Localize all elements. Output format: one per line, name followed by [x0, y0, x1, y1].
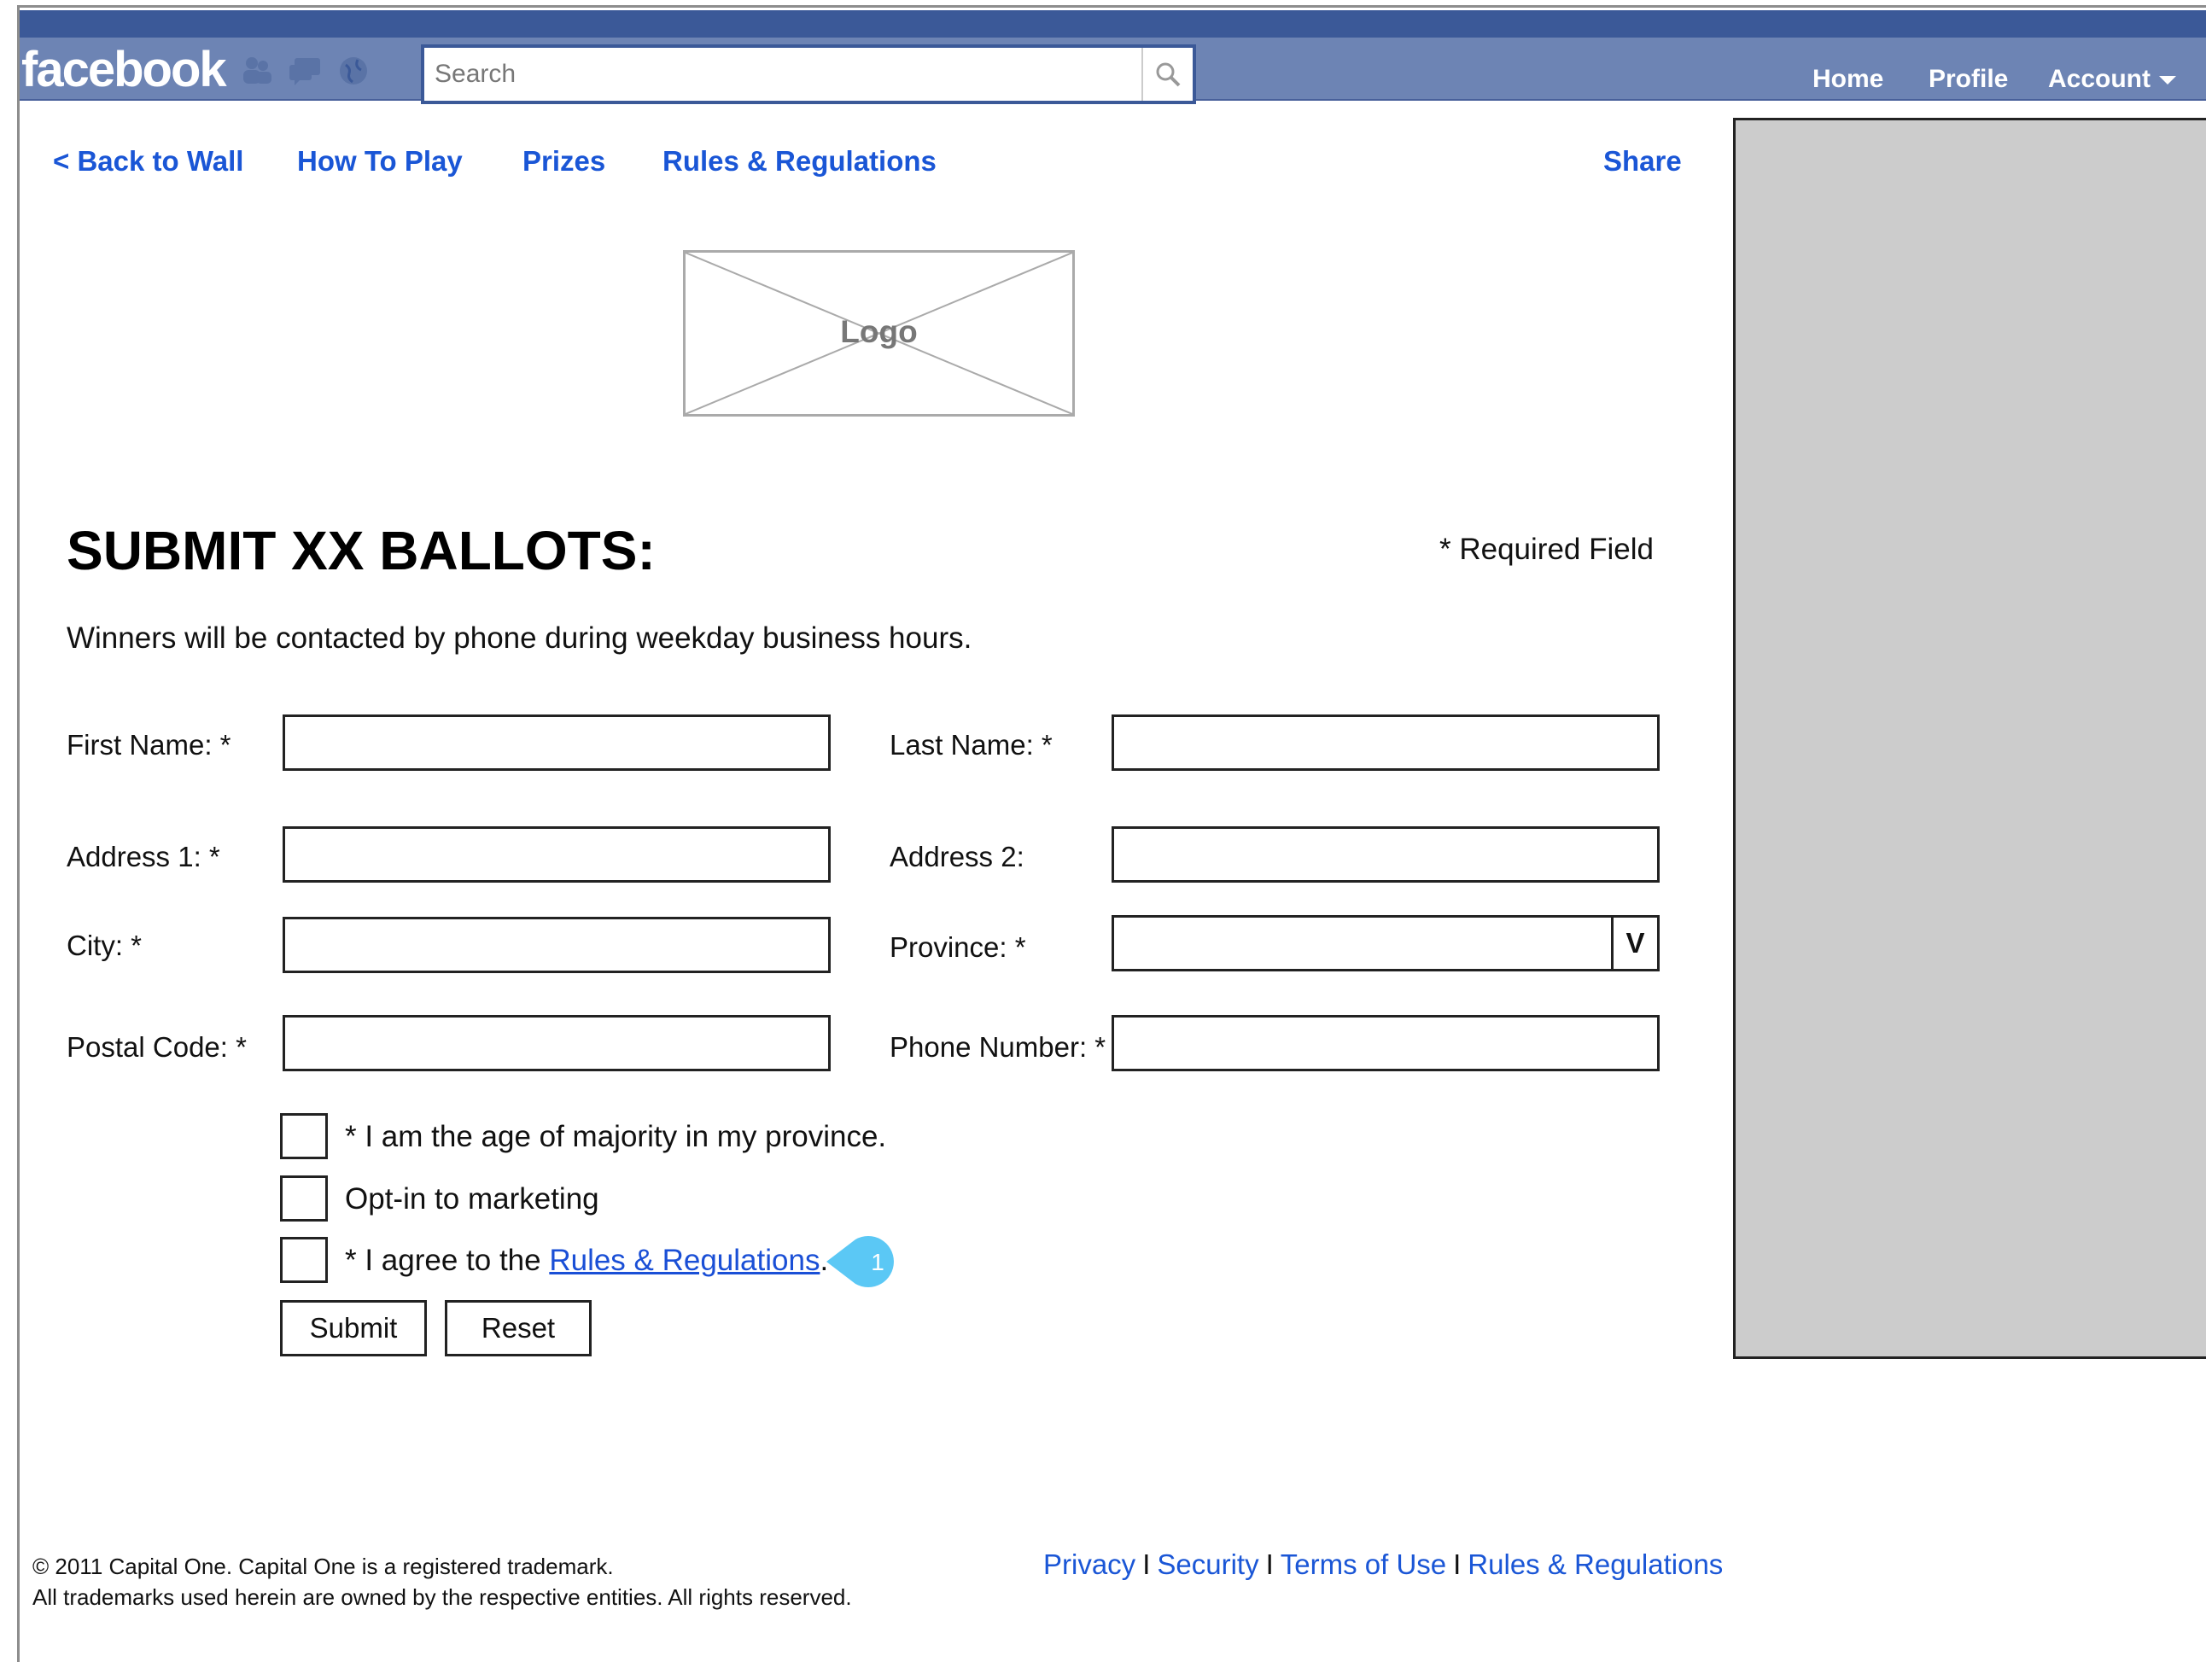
- nav-home[interactable]: Home: [1812, 65, 1883, 94]
- province-label: Province: *: [890, 931, 1026, 963]
- address2-label: Address 2:: [890, 841, 1024, 872]
- agree-rules-checkbox[interactable]: [280, 1237, 328, 1283]
- age-majority-checkbox[interactable]: [280, 1113, 328, 1159]
- page-title: SUBMIT XX BALLOTS:: [67, 520, 656, 581]
- nav-profile[interactable]: Profile: [1929, 65, 2008, 94]
- province-dropdown-button[interactable]: V: [1611, 918, 1657, 969]
- nav-account[interactable]: Account: [2048, 65, 2176, 94]
- footer-rules-link[interactable]: Rules & Regulations: [1468, 1548, 1723, 1580]
- footer-copyright-line2: All trademarks used herein are owned by …: [32, 1584, 852, 1610]
- city-label: City: *: [67, 930, 143, 961]
- footer-security-link[interactable]: Security: [1157, 1548, 1258, 1580]
- search-icon: [1156, 62, 1181, 87]
- footer-separator: I: [1142, 1548, 1151, 1580]
- footer-privacy-link[interactable]: Privacy: [1043, 1548, 1135, 1580]
- first-name-field[interactable]: [283, 714, 831, 771]
- facebook-logo[interactable]: facebook: [21, 41, 227, 98]
- footer-terms-link[interactable]: Terms of Use: [1281, 1548, 1446, 1580]
- annotation-marker: 1: [826, 1236, 894, 1287]
- submit-button[interactable]: Submit: [280, 1300, 427, 1356]
- city-field[interactable]: [283, 917, 831, 973]
- age-majority-label: * I am the age of majority in my provinc…: [345, 1120, 887, 1153]
- nav-account-label: Account: [2048, 65, 2151, 93]
- friend-requests-icon[interactable]: [240, 53, 276, 89]
- annotation-number: 1: [871, 1249, 884, 1275]
- side-ad-panel: [1733, 118, 2206, 1359]
- footer-links: Privacy I Security I Terms of Use I Rules & Re…: [1043, 1548, 1723, 1581]
- facebook-notification-icons: [240, 53, 371, 89]
- address1-label: Address 1: *: [67, 841, 220, 872]
- required-field-note: * Required Field: [1439, 533, 1654, 566]
- last-name-field[interactable]: [1112, 714, 1660, 771]
- search-button[interactable]: [1141, 48, 1193, 101]
- last-name-label: Last Name: *: [890, 729, 1053, 761]
- footer-separator: I: [1453, 1548, 1462, 1580]
- prizes-link[interactable]: Prizes: [522, 145, 605, 178]
- logo-placeholder-label: Logo: [840, 314, 918, 349]
- intro-text: Winners will be contacted by phone durin…: [67, 621, 972, 655]
- messages-icon[interactable]: [288, 53, 324, 89]
- agree-rules-prefix: * I agree to the: [345, 1244, 550, 1277]
- page-frame-left: [17, 5, 20, 1662]
- reset-button[interactable]: Reset: [445, 1300, 592, 1356]
- notifications-globe-icon[interactable]: [336, 53, 371, 89]
- chevron-down-icon: [2159, 76, 2176, 85]
- address2-field[interactable]: [1112, 826, 1660, 883]
- agree-rules-label: * I agree to the Rules & Regulations.: [345, 1244, 828, 1278]
- page-frame-top: [17, 5, 2206, 8]
- province-select[interactable]: V: [1112, 915, 1660, 971]
- footer-separator: I: [1265, 1548, 1274, 1580]
- marketing-optin-checkbox[interactable]: [280, 1175, 328, 1222]
- first-name-label: First Name: *: [67, 729, 231, 761]
- back-to-wall-link[interactable]: < Back to Wall: [53, 145, 243, 178]
- marketing-optin-label: Opt-in to marketing: [345, 1182, 599, 1216]
- facebook-header-bar: facebook Home Profile Account: [20, 10, 2206, 104]
- postal-code-field[interactable]: [283, 1015, 831, 1071]
- how-to-play-link[interactable]: How To Play: [297, 145, 463, 178]
- agree-rules-link[interactable]: Rules & Regulations: [549, 1244, 820, 1277]
- share-link[interactable]: Share: [1603, 145, 1682, 178]
- address1-field[interactable]: [283, 826, 831, 883]
- phone-number-field[interactable]: [1112, 1015, 1660, 1071]
- search-input[interactable]: [424, 48, 1133, 101]
- logo-placeholder: Logo: [683, 250, 1075, 417]
- facebook-search-box: [421, 44, 1196, 104]
- postal-code-label: Postal Code: *: [67, 1031, 247, 1063]
- rules-regulations-link[interactable]: Rules & Regulations: [662, 145, 937, 178]
- phone-number-label: Phone Number: *: [890, 1031, 1106, 1063]
- footer-copyright-line1: © 2011 Capital One. Capital One is a reg…: [32, 1554, 614, 1579]
